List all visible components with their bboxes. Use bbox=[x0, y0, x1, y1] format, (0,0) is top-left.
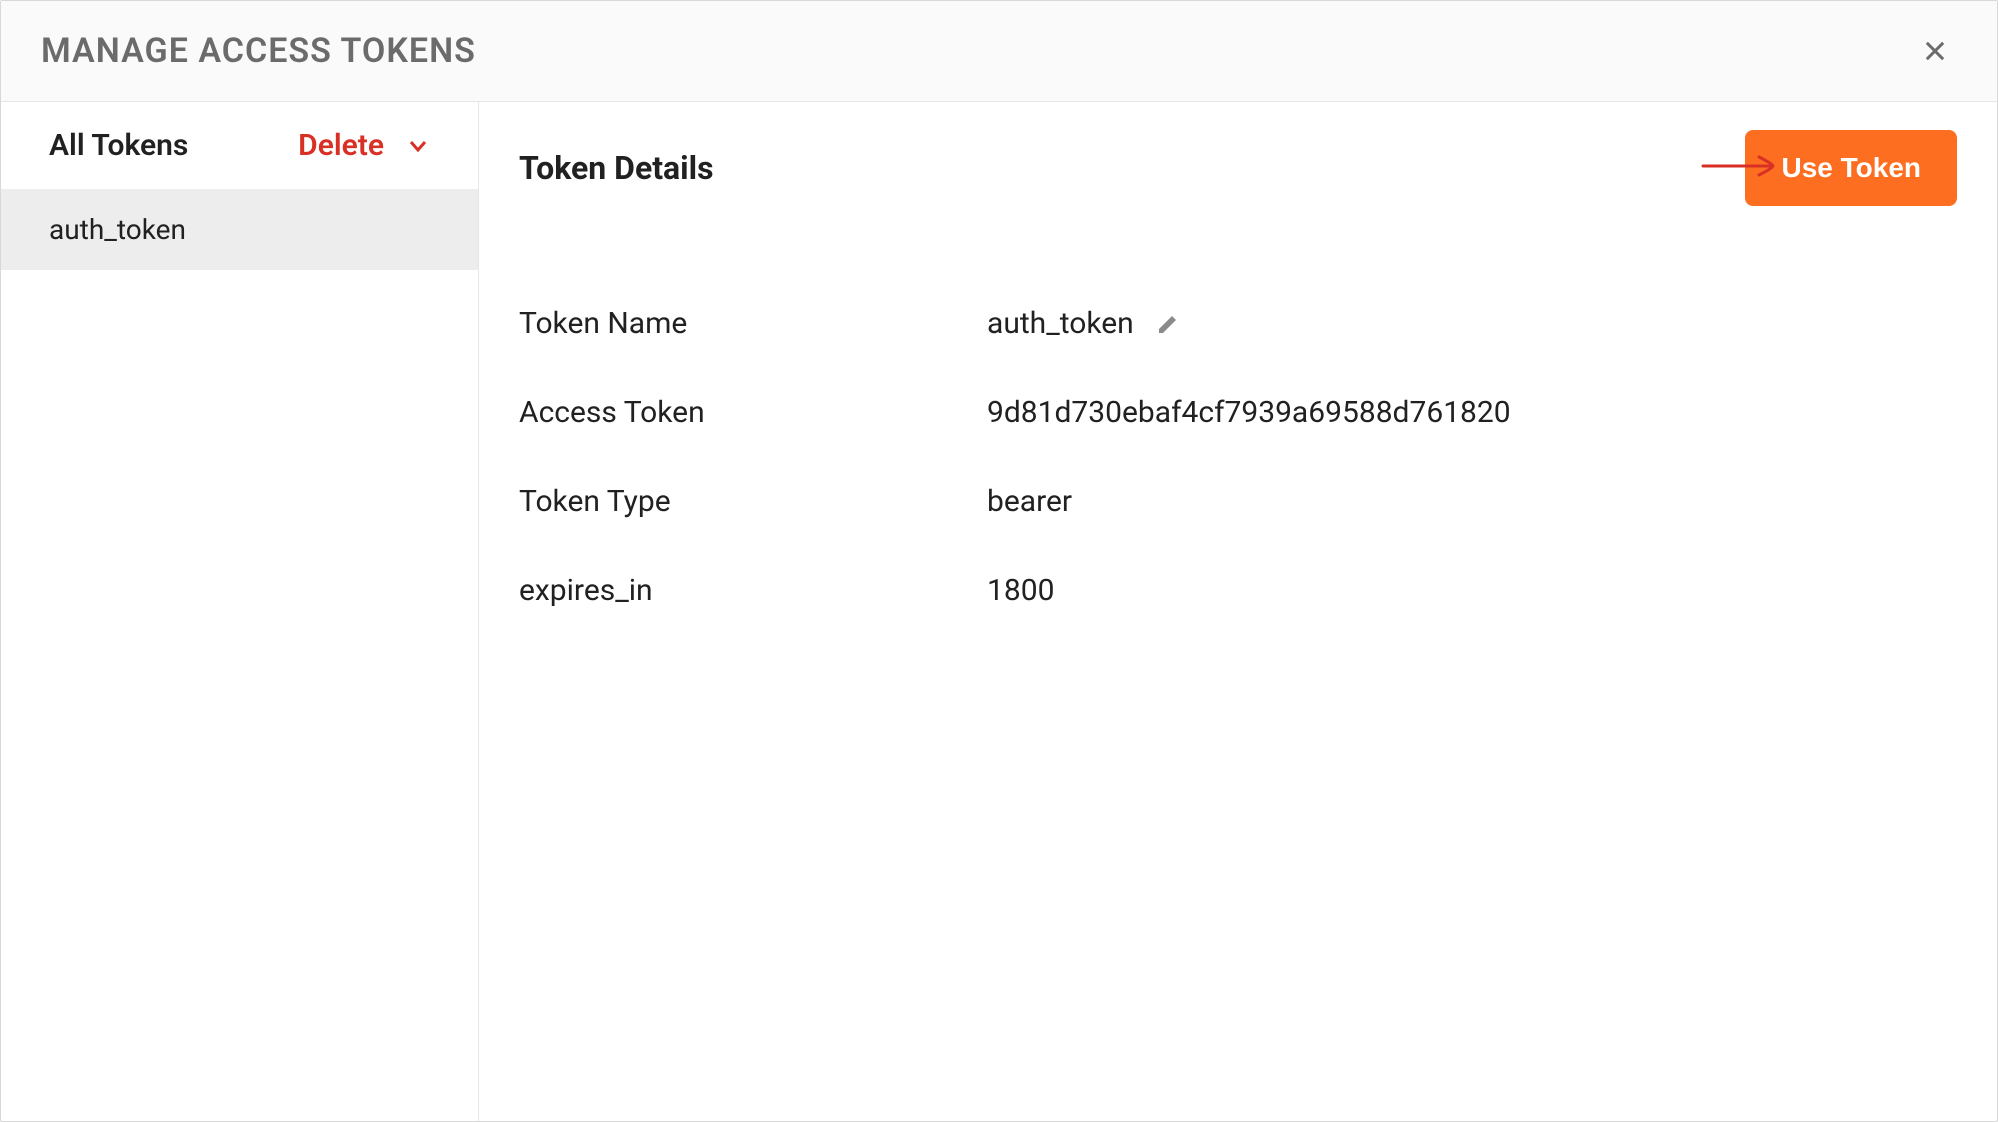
chevron-down-icon bbox=[406, 134, 430, 158]
access-token-value: 9d81d730ebaf4cf7939a69588d761820 bbox=[987, 395, 1511, 430]
modal-header: MANAGE ACCESS TOKENS bbox=[1, 1, 1997, 102]
detail-row-access-token: Access Token 9d81d730ebaf4cf7939a69588d7… bbox=[519, 395, 1957, 430]
detail-value: auth_token bbox=[987, 306, 1180, 341]
close-icon bbox=[1921, 37, 1949, 65]
delete-label: Delete bbox=[298, 128, 384, 163]
token-list-item[interactable]: auth_token bbox=[1, 189, 478, 270]
manage-tokens-modal: MANAGE ACCESS TOKENS All Tokens Delete a… bbox=[0, 0, 1998, 1122]
token-type-value: bearer bbox=[987, 484, 1072, 519]
detail-row-expires-in: expires_in 1800 bbox=[519, 573, 1957, 608]
detail-label: Token Name bbox=[519, 306, 987, 341]
detail-row-token-type: Token Type bearer bbox=[519, 484, 1957, 519]
token-name-value: auth_token bbox=[987, 306, 1134, 341]
all-tokens-label: All Tokens bbox=[49, 128, 188, 163]
arrow-annotation bbox=[1701, 154, 1781, 182]
close-button[interactable] bbox=[1913, 29, 1957, 73]
detail-value: 1800 bbox=[987, 573, 1054, 608]
modal-title: MANAGE ACCESS TOKENS bbox=[41, 31, 476, 71]
token-list: auth_token bbox=[1, 189, 478, 270]
modal-body: All Tokens Delete auth_token Token Detai… bbox=[1, 102, 1997, 1121]
detail-value: 9d81d730ebaf4cf7939a69588d761820 bbox=[987, 395, 1511, 430]
detail-row-token-name: Token Name auth_token bbox=[519, 306, 1957, 341]
sidebar-header: All Tokens Delete bbox=[1, 102, 478, 189]
detail-label: Token Type bbox=[519, 484, 987, 519]
expires-in-value: 1800 bbox=[987, 573, 1054, 608]
detail-label: expires_in bbox=[519, 573, 987, 608]
delete-dropdown[interactable]: Delete bbox=[298, 128, 430, 163]
details-title: Token Details bbox=[519, 149, 714, 187]
sidebar: All Tokens Delete auth_token bbox=[1, 102, 479, 1121]
arrow-right-icon bbox=[1701, 154, 1781, 178]
detail-label: Access Token bbox=[519, 395, 987, 430]
detail-rows: Token Name auth_token Access Token 9d81d… bbox=[519, 306, 1957, 608]
detail-value: bearer bbox=[987, 484, 1072, 519]
pencil-icon[interactable] bbox=[1156, 312, 1180, 336]
details-panel: Token Details Use Token Token Name auth_… bbox=[479, 102, 1997, 1121]
